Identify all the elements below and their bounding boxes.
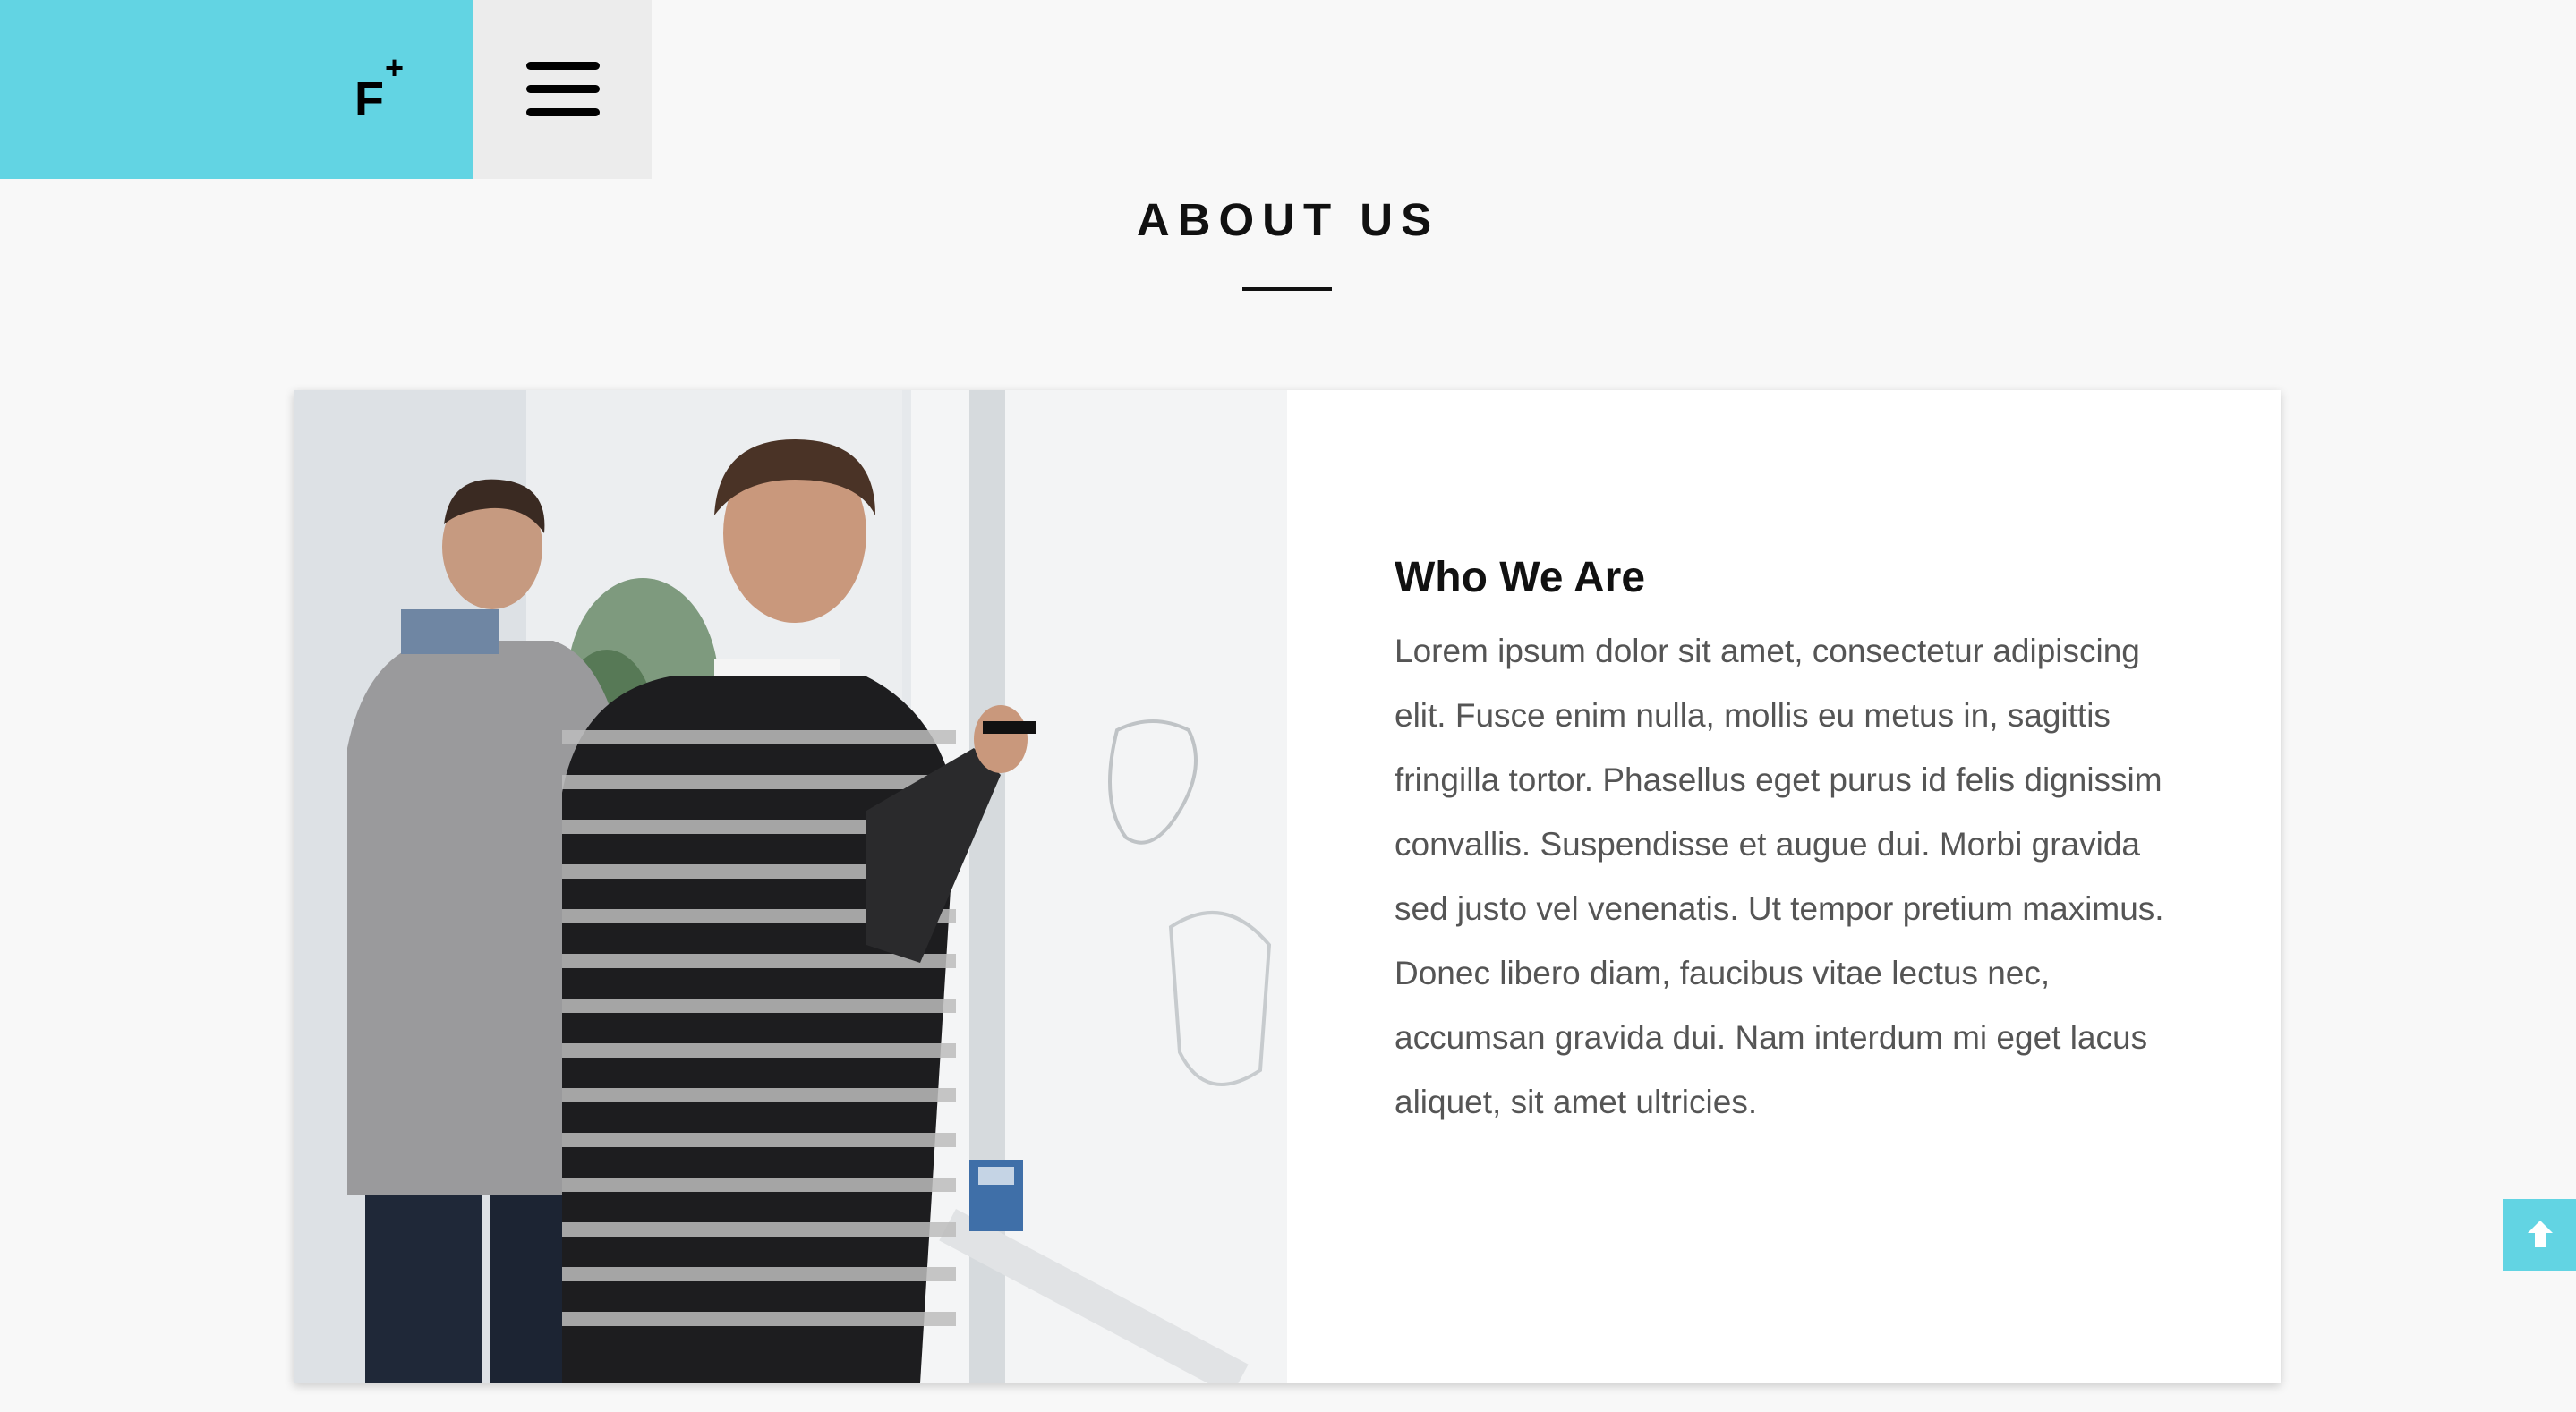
title-divider — [1242, 287, 1332, 291]
about-heading: Who We Are — [1395, 554, 1646, 601]
section-title: ABOUT US — [1136, 194, 1440, 245]
brand-logo[interactable]: F + — [354, 52, 417, 126]
arrow-up-icon — [2528, 1221, 2553, 1247]
about-content: Who We Are Lorem ipsum dolor sit amet, c… — [1287, 390, 2281, 1383]
scroll-to-top-button[interactable] — [2503, 1199, 2576, 1271]
brand-bar: F + — [0, 0, 473, 179]
about-body: Lorem ipsum dolor sit amet, consectetur … — [1395, 633, 2164, 1120]
logo-letter: F — [354, 72, 384, 126]
hamburger-menu-icon — [526, 62, 600, 117]
about-photo — [294, 390, 1287, 1383]
about-card: Who We Are Lorem ipsum dolor sit amet, c… — [294, 390, 2281, 1383]
menu-button[interactable] — [473, 0, 652, 179]
logo-plus-icon: + — [385, 49, 405, 86]
